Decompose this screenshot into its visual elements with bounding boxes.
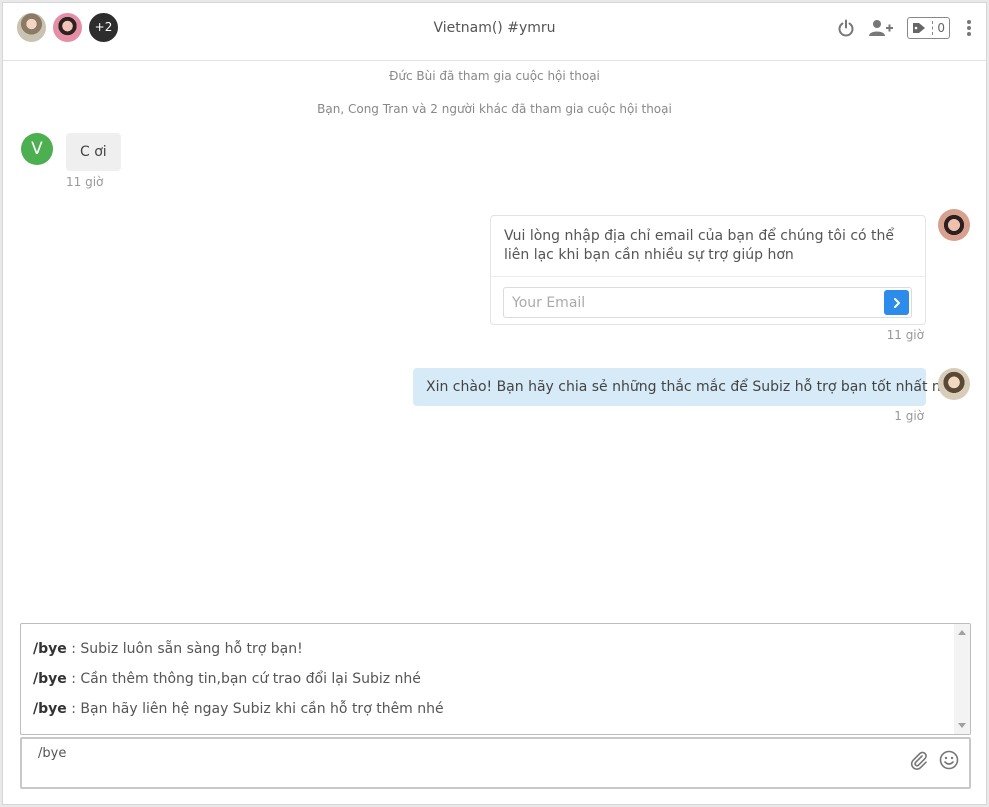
scroll-up-icon[interactable] [958, 630, 966, 635]
email-submit-button[interactable] [884, 290, 909, 315]
chat-window: +2 Vietnam() #ymru 0 Đức Bùi đã tham gia… [2, 2, 987, 805]
message-time: 1 giờ [894, 409, 924, 423]
scrollbar[interactable] [954, 624, 970, 734]
attach-button[interactable] [909, 750, 929, 770]
canned-response-text: : Cần thêm thông tin,bạn cứ trao đổi lại… [66, 671, 421, 687]
message-input[interactable]: /bye [22, 739, 902, 787]
message-time: 11 giờ [886, 328, 924, 342]
canned-response-list: /bye : Subiz luôn sẵn sàng hỗ trợ bạn! /… [20, 623, 971, 735]
agent-message: Xin chào! Bạn hãy chia sẻ những thắc mắc… [413, 368, 958, 406]
smiley-icon [939, 750, 959, 770]
chevron-right-icon [893, 297, 900, 308]
message-composer: /bye [20, 737, 971, 789]
canned-response-command: /bye [33, 641, 67, 657]
composer-actions [899, 750, 959, 770]
emoji-button[interactable] [939, 750, 959, 770]
scroll-down-icon[interactable] [958, 723, 966, 728]
email-request-card: Vui lòng nhập địa chỉ email của bạn để c… [490, 215, 926, 325]
tag-button[interactable]: 0 [907, 17, 950, 39]
canned-response-text: : Bạn hãy liên hệ ngay Subiz khi cần hỗ … [66, 701, 444, 717]
power-icon [838, 19, 854, 37]
agent-avatar[interactable] [938, 209, 970, 241]
more-options-button[interactable] [966, 19, 972, 37]
tag-count: 0 [932, 21, 945, 35]
message-time: 11 giờ [66, 175, 104, 189]
system-message: Bạn, Cong Tran và 2 người khác đã tham g… [317, 102, 672, 116]
conversation-header: +2 Vietnam() #ymru 0 [3, 3, 986, 61]
end-conversation-button[interactable] [837, 19, 855, 37]
email-field[interactable] [504, 288, 884, 317]
visitor-message: C ơi [66, 133, 121, 171]
add-user-button[interactable] [869, 19, 894, 37]
canned-response-command: /bye [33, 671, 67, 687]
add-user-icon [869, 20, 894, 36]
canned-response-item[interactable]: /bye : Cần thêm thông tin,bạn cứ trao đổ… [33, 671, 421, 687]
visitor-avatar[interactable]: V [21, 133, 53, 165]
system-message: Đức Bùi đã tham gia cuộc hội thoại [389, 69, 600, 83]
canned-response-command: /bye [33, 701, 67, 717]
tag-icon [913, 23, 926, 33]
canned-response-text: : Subiz luôn sẵn sàng hỗ trợ bạn! [66, 641, 303, 657]
header-actions: 0 [823, 17, 972, 39]
agent-avatar[interactable] [938, 368, 970, 400]
canned-response-item[interactable]: /bye : Bạn hãy liên hệ ngay Subiz khi cầ… [33, 701, 444, 717]
more-vertical-icon [967, 20, 971, 36]
email-input-group [503, 287, 912, 318]
paperclip-icon [910, 751, 927, 770]
canned-response-item[interactable]: /bye : Subiz luôn sẵn sàng hỗ trợ bạn! [33, 641, 303, 657]
email-request-text: Vui lòng nhập địa chỉ email của bạn để c… [491, 216, 925, 277]
